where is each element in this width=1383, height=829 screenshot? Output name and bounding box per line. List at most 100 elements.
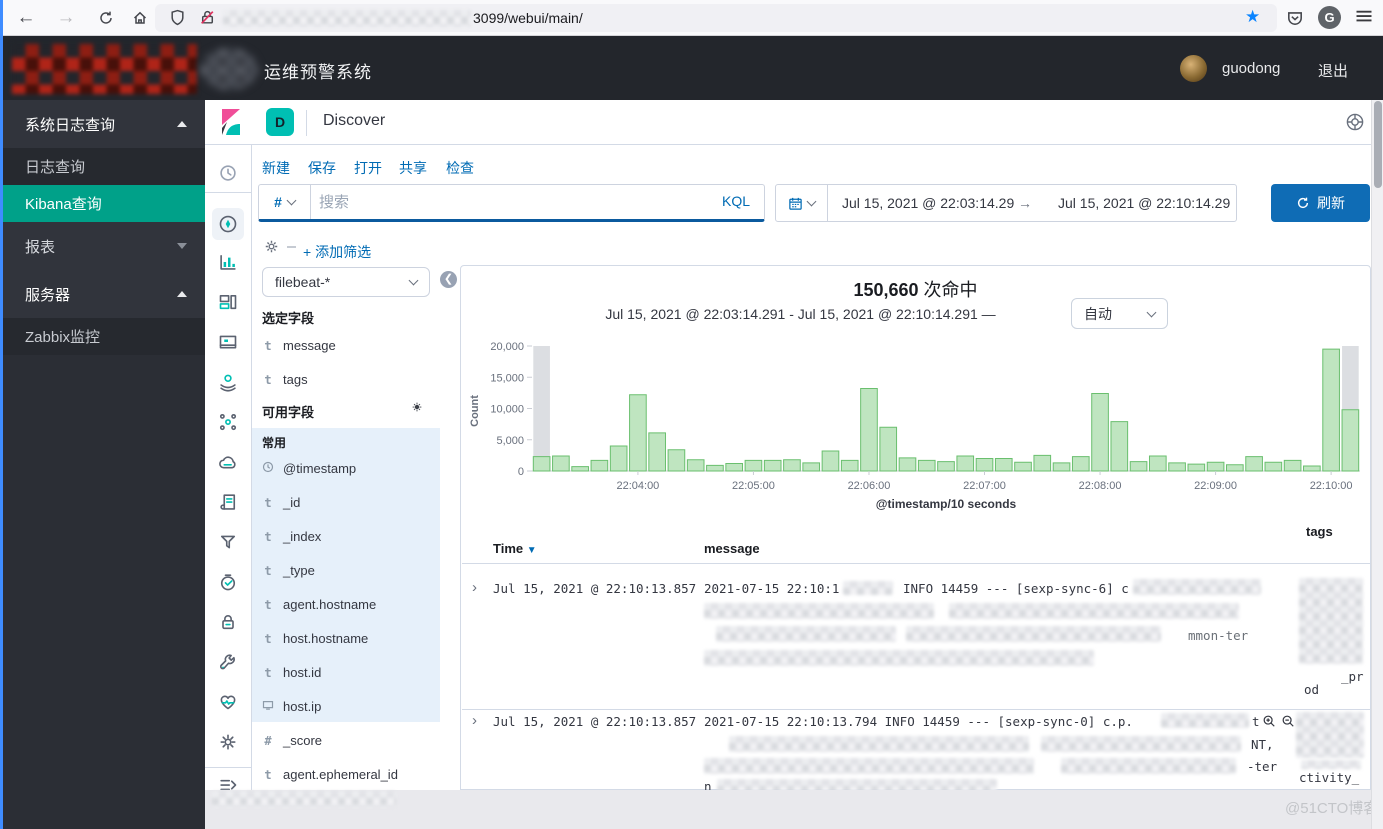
query-language-selector[interactable]: # — [259, 185, 311, 219]
kibana-app: D Discover — [205, 100, 1383, 829]
home-icon[interactable] — [126, 4, 154, 32]
discover-badge[interactable]: D — [266, 108, 294, 136]
share-button[interactable]: 共享 — [399, 158, 427, 178]
canvas-icon[interactable] — [218, 332, 238, 352]
kibana-logo[interactable] — [219, 108, 243, 141]
help-icon[interactable] — [1345, 112, 1365, 137]
filter-settings-gear-icon[interactable] — [263, 238, 280, 260]
row-time: Jul 15, 2021 @ 22:10:13.857 — [493, 581, 696, 596]
clock-icon — [262, 461, 274, 476]
field-item-score[interactable]: # _score — [262, 733, 322, 748]
field-item-host-hostname[interactable]: t host.hostname — [262, 631, 368, 646]
open-button[interactable]: 打开 — [354, 158, 382, 178]
sidebar-item-kibana-query[interactable]: Kibana查询 — [0, 185, 205, 222]
svg-text:22:08:00: 22:08:00 — [1079, 480, 1122, 492]
field-type-icon: t — [262, 373, 274, 387]
divider — [462, 709, 1370, 710]
results-panel: 150,660 次命中 Jul 15, 2021 @ 22:03:14.291 … — [460, 265, 1371, 790]
inspect-button[interactable]: 检查 — [446, 158, 474, 178]
logout-button[interactable]: 退出 — [1318, 60, 1348, 81]
metrics-icon[interactable] — [218, 452, 238, 472]
sidebar-item-system-log-query[interactable]: 系统日志查询 — [0, 100, 205, 148]
expand-row-icon[interactable]: › — [472, 712, 477, 729]
field-item-id[interactable]: t _id — [262, 495, 300, 510]
date-quick-select[interactable] — [776, 185, 828, 221]
field-name: message — [283, 338, 336, 353]
sidebar-item-zabbix[interactable]: Zabbix监控 — [0, 318, 205, 355]
pocket-icon[interactable] — [1286, 9, 1304, 32]
add-filter-button[interactable]: + 添加筛选 — [303, 242, 371, 262]
kql-toggle[interactable]: KQL — [722, 193, 750, 209]
monitoring-heart-icon[interactable] — [218, 692, 238, 712]
histogram-chart[interactable]: 05,00010,00015,00020,00022:04:0022:05:00… — [464, 336, 1367, 521]
recent-icon[interactable] — [218, 163, 238, 183]
zoom-in-icon[interactable] — [1262, 714, 1276, 733]
fields-settings-gear-icon[interactable] — [410, 400, 424, 419]
sidebar-item-servers[interactable]: 服务器 — [0, 270, 205, 318]
shield-icon[interactable] — [169, 9, 186, 31]
field-item-index[interactable]: t _index — [262, 529, 321, 544]
search-input[interactable] — [319, 187, 689, 217]
visualize-icon[interactable] — [218, 252, 238, 272]
new-button[interactable]: 新建 — [262, 158, 290, 178]
sidebar-item-label: 日志查询 — [25, 156, 85, 177]
zoom-out-icon[interactable] — [1281, 714, 1295, 733]
field-name: _type — [283, 563, 315, 578]
query-prefix: # — [274, 194, 282, 210]
time-range-end[interactable]: Jul 15, 2021 @ 22:10:14.29 — [1058, 195, 1230, 211]
field-item-agent-hostname[interactable]: t agent.hostname — [262, 597, 376, 612]
uptime-icon[interactable] — [218, 572, 238, 592]
menu-hamburger-icon[interactable] — [1354, 6, 1374, 31]
screen: ← → 3099/webui/main/ ★ G — [0, 0, 1383, 829]
account-avatar[interactable]: G — [1318, 6, 1341, 29]
scrollbar-track[interactable] — [1371, 100, 1383, 829]
discover-icon[interactable] — [212, 208, 244, 240]
sidebar-item-reports[interactable]: 报表 — [0, 222, 205, 270]
interval-select[interactable]: 自动 — [1071, 298, 1168, 329]
field-item-timestamp[interactable]: @timestamp — [262, 461, 356, 476]
refresh-label: 刷新 — [1317, 193, 1345, 213]
field-type-icon: t — [262, 564, 274, 578]
sidebar-item-log-query[interactable]: 日志查询 — [0, 148, 205, 185]
scrollbar-thumb[interactable] — [1374, 101, 1382, 188]
column-header-tags[interactable]: tags — [1306, 524, 1333, 539]
user-avatar[interactable] — [1180, 55, 1207, 82]
siem-lock-icon[interactable] — [218, 612, 238, 632]
time-range-start[interactable]: Jul 15, 2021 @ 22:03:14.29 — [842, 195, 1014, 211]
insecure-lock-icon[interactable] — [199, 9, 216, 31]
row-message-fragment: NT, — [1251, 737, 1274, 752]
maps-icon[interactable] — [218, 372, 238, 392]
divider — [205, 767, 251, 768]
url-bar[interactable]: 3099/webui/main/ ★ — [155, 4, 1277, 32]
back-icon[interactable]: ← — [12, 4, 40, 32]
field-item-message[interactable]: t message — [262, 338, 336, 353]
field-item-type[interactable]: t _type — [262, 563, 315, 578]
field-type-icon: t — [262, 496, 274, 510]
save-button[interactable]: 保存 — [308, 158, 336, 178]
bookmark-star-icon[interactable]: ★ — [1245, 7, 1260, 27]
sidebar-item-label: Kibana查询 — [25, 193, 102, 214]
field-item-tags[interactable]: t tags — [262, 372, 308, 387]
column-header-time[interactable]: Time ▼ — [493, 541, 537, 556]
field-item-host-id[interactable]: t host.id — [262, 665, 321, 680]
logs-icon[interactable] — [218, 492, 238, 512]
index-pattern-select[interactable]: filebeat-* — [262, 267, 430, 297]
dashboard-icon[interactable] — [218, 292, 238, 312]
machine-learning-icon[interactable] — [218, 412, 238, 432]
column-header-message[interactable]: message — [704, 541, 760, 556]
popular-fields-heading: 常用 — [262, 434, 286, 451]
management-gear-icon[interactable] — [218, 732, 238, 752]
hits-label: 次命中 — [924, 280, 978, 300]
field-name: _index — [283, 529, 321, 544]
dev-tools-wrench-icon[interactable] — [218, 652, 238, 672]
censored-text — [949, 603, 1239, 619]
refresh-button[interactable]: 刷新 — [1271, 184, 1370, 222]
expand-row-icon[interactable]: › — [472, 579, 477, 596]
forward-icon[interactable]: → — [52, 4, 80, 32]
reload-icon[interactable] — [92, 4, 120, 32]
collapse-fields-button[interactable]: ❮ — [440, 271, 457, 288]
url-text[interactable]: 3099/webui/main/ — [473, 10, 583, 26]
apm-icon[interactable] — [218, 532, 238, 552]
field-item-agent-ephemeral-id[interactable]: t agent.ephemeral_id — [262, 767, 398, 782]
field-item-host-ip[interactable]: host.ip — [262, 699, 321, 714]
